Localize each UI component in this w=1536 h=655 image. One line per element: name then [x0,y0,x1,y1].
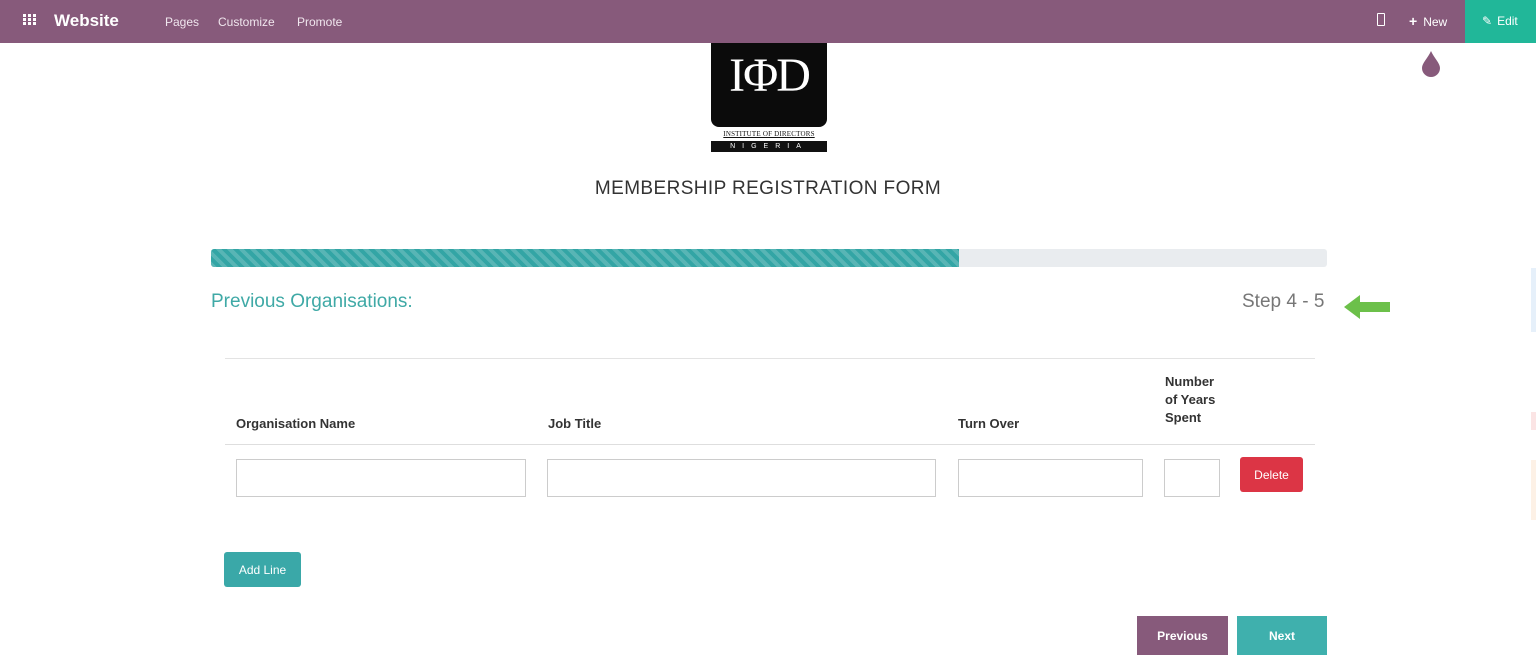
header-years-line-3: Spent [1165,410,1202,425]
years-spent-input[interactable] [1164,459,1220,497]
table-header-rule [225,444,1315,445]
menu-promote[interactable]: Promote [297,15,342,29]
header-years-line-2: of Years [1165,392,1216,407]
edge-artifact [1531,460,1536,520]
job-title-input[interactable] [547,459,936,497]
previous-button[interactable]: Previous [1137,616,1228,655]
progress-bar [211,249,1327,267]
website-topbar: Website Pages Customize Promote + New ✎ Ed… [0,0,1536,43]
step-indicator: Step 4 - 5 [1242,291,1325,312]
pencil-icon: ✎ [1482,14,1493,28]
header-job-title: Job Title [548,416,602,431]
form-title: MEMBERSHIP REGISTRATION FORM [594,178,942,199]
menu-customize[interactable]: Customize [218,15,275,29]
add-line-button[interactable]: Add Line [224,552,301,587]
organisation-name-input[interactable] [236,459,526,497]
edit-button[interactable]: ✎ Edit [1465,0,1536,43]
logo-line-2: NIGERIA [711,141,827,152]
section-title: Previous Organisations: [211,291,413,312]
edge-artifact [1531,412,1536,430]
edge-artifact [1531,268,1536,332]
plus-icon: + [1409,13,1418,29]
logo-line-1: INSTITUTE OF DIRECTORS [723,130,815,138]
next-button[interactable]: Next [1237,616,1327,655]
header-years-line-1: Number [1165,374,1215,389]
arrow-left-icon [1344,295,1390,319]
apps-grid-icon[interactable] [23,14,37,26]
delete-row-button[interactable]: Delete [1240,457,1303,492]
brand-title[interactable]: Website [54,11,119,31]
turn-over-input[interactable] [958,459,1143,497]
iod-logo: IΦD INSTITUTE OF DIRECTORS NIGERIA [711,43,827,154]
header-organisation-name: Organisation Name [236,416,356,431]
table-top-rule [225,358,1315,359]
menu-pages[interactable]: Pages [165,15,199,29]
new-label: New [1423,15,1448,29]
new-button[interactable]: + New [1409,13,1447,29]
progress-fill [211,249,959,267]
mobile-preview-icon[interactable] [1377,13,1385,26]
header-years-spent: Number of Years Spent [1165,373,1215,427]
droplet-icon[interactable] [1421,50,1441,77]
logo-mark: IΦD [729,49,811,102]
header-turn-over: Turn Over [958,416,1020,431]
edit-label: Edit [1497,14,1518,28]
